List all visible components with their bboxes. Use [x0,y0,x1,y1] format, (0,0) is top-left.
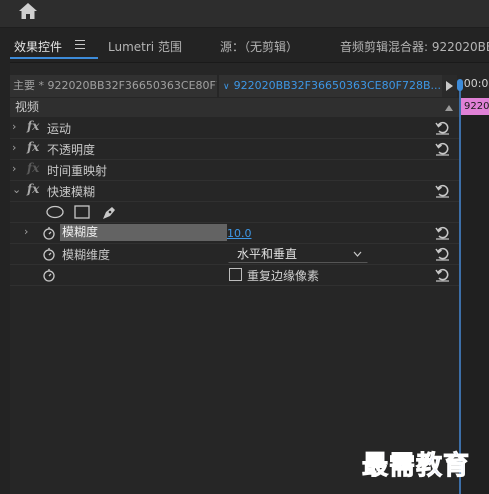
property-label: 模糊维度 [62,248,111,262]
fx-icon[interactable]: fx [27,140,39,154]
effect-label: 时间重映射 [47,164,108,178]
checkbox-label: 重复边缘像素 [247,269,320,283]
tab-source[interactable]: 源：（无剪辑） [220,38,298,55]
reset-icon[interactable] [435,120,450,135]
mini-timeline[interactable] [461,98,489,494]
timeline-clip[interactable]: 922020 [461,98,489,115]
source-row: 主要 * 922020BB32F36650363CE80F7... ∨ 92202… [10,75,489,97]
property-row-repeat-edge[interactable]: 重复边缘像素 [10,265,459,286]
watermark: 最需教育 [361,451,471,482]
effect-row-fast-blur[interactable]: ⌄ fx 快速模糊 [10,181,459,202]
tab-lumetri-scopes[interactable]: Lumetri 范围 [108,38,182,55]
effect-row-motion[interactable]: › fx 运动 [10,118,459,139]
reset-icon[interactable] [435,267,450,282]
chevron-down-icon [353,251,362,257]
property-label: 模糊度 [60,224,227,241]
chevron-right-icon[interactable]: › [24,225,32,238]
reset-icon[interactable] [435,183,450,198]
effect-label: 运动 [47,122,72,136]
effect-row-time-remapping[interactable]: › fx 时间重映射 [10,160,459,181]
reset-icon[interactable] [435,246,450,261]
effect-controls-panel: 主要 * 922020BB32F36650363CE80F7... ∨ 92202… [10,62,489,494]
fx-icon: fx [27,161,40,175]
tab-menu-icon[interactable] [75,40,85,49]
blur-dimensions-dropdown[interactable]: 水平和垂直 [228,245,368,263]
pen-mask-icon[interactable] [101,205,117,221]
effect-label: 不透明度 [47,143,96,157]
chevron-right-icon[interactable]: › [12,120,20,133]
timeline-timecode: :00:00 [460,77,489,90]
collapse-up-icon[interactable] [445,105,453,111]
dropdown-value: 水平和垂直 [237,247,298,261]
chevron-down-icon: ∨ [223,82,230,92]
property-row-blurriness[interactable]: › 模糊度 10.0 [10,223,459,244]
tab-effect-controls[interactable]: 效果控件 [14,38,62,55]
mask-tools-row [10,202,459,223]
fx-icon[interactable]: fx [27,119,39,133]
tab-audio-clip-mixer[interactable]: 音频剪辑混合器: 922020BB [340,38,489,55]
effect-row-opacity[interactable]: › fx 不透明度 [10,139,459,160]
home-icon[interactable] [18,2,38,20]
stopwatch-icon[interactable] [42,268,56,282]
fx-icon[interactable]: fx [27,182,39,196]
stopwatch-icon[interactable] [42,226,56,240]
clip-selector[interactable]: ∨ 922020BB32F36650363CE80F728B... [219,75,443,97]
property-row-blur-dimensions[interactable]: 模糊维度 水平和垂直 [10,244,459,265]
playhead-line[interactable] [459,85,461,494]
active-tab-indicator [10,57,98,59]
reset-icon[interactable] [435,225,450,240]
ellipse-mask-icon[interactable] [46,205,64,219]
section-label: 视频 [15,100,40,114]
chevron-right-icon[interactable]: › [12,141,20,154]
clip-selector-label: 922020BB32F36650363CE80F728B... [233,79,441,92]
master-clip-label[interactable]: 主要 * 922020BB32F36650363CE80F7... [10,75,217,97]
reset-icon[interactable] [435,141,450,156]
playhead-handle[interactable] [457,79,463,91]
blurriness-value[interactable]: 10.0 [227,227,252,240]
top-bar [0,0,489,28]
play-button[interactable] [442,75,457,97]
stopwatch-icon[interactable] [42,247,56,261]
rectangle-mask-icon[interactable] [74,205,90,219]
chevron-right-icon[interactable]: › [12,162,20,175]
panel-tabs: 效果控件 Lumetri 范围 源：（无剪辑） 音频剪辑混合器: 922020B… [0,33,489,59]
section-header-video: 视频 [10,98,459,117]
effect-label: 快速模糊 [47,185,96,199]
repeat-edge-checkbox[interactable] [229,268,242,281]
chevron-down-icon[interactable]: ⌄ [12,183,21,196]
